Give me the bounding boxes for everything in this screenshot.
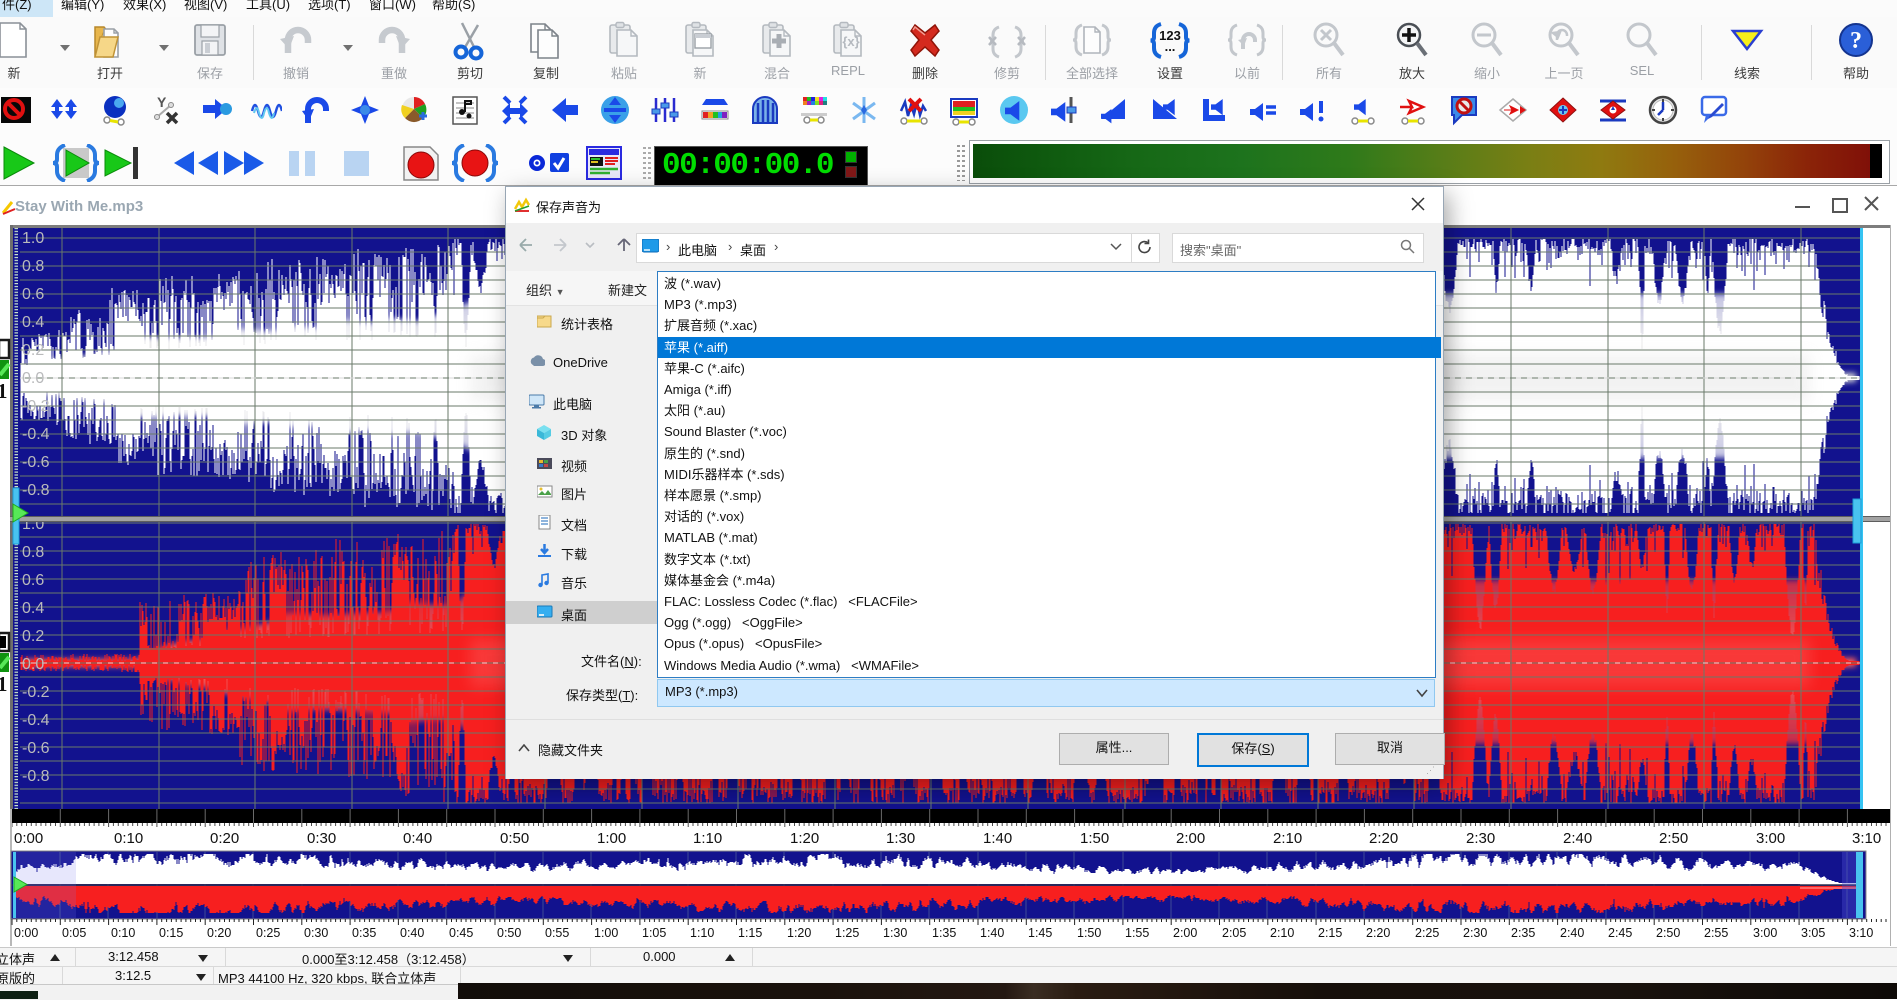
svg-text:0.2: 0.2 (22, 342, 44, 359)
svg-text:1:30: 1:30 (886, 830, 915, 847)
svg-text:0:35: 0:35 (352, 926, 376, 940)
svg-text:2:40: 2:40 (1560, 926, 1584, 940)
svg-text:3:10: 3:10 (1849, 926, 1873, 940)
svg-text:0:30: 0:30 (307, 830, 336, 847)
svg-text:-0.4: -0.4 (22, 712, 50, 729)
svg-text:2:55: 2:55 (1704, 926, 1728, 940)
svg-text:2:00: 2:00 (1176, 830, 1205, 847)
svg-text:1:10: 1:10 (693, 830, 722, 847)
svg-text:1:35: 1:35 (932, 926, 956, 940)
svg-text:0:10: 0:10 (114, 830, 143, 847)
svg-text:?: ? (1850, 28, 1862, 54)
svg-text:1:15: 1:15 (738, 926, 762, 940)
svg-text:0.2: 0.2 (22, 628, 44, 645)
svg-text:3:00: 3:00 (1753, 926, 1777, 940)
svg-text:0.4: 0.4 (22, 314, 44, 331)
svg-text:2:15: 2:15 (1318, 926, 1342, 940)
svg-text:2:20: 2:20 (1366, 926, 1390, 940)
svg-text:0.6: 0.6 (22, 286, 44, 303)
svg-text:0:50: 0:50 (497, 926, 521, 940)
svg-text:0:50: 0:50 (500, 830, 529, 847)
svg-text:2:40: 2:40 (1563, 830, 1592, 847)
svg-text:2:05: 2:05 (1222, 926, 1246, 940)
svg-text:1:50: 1:50 (1080, 830, 1109, 847)
svg-text:-0.8: -0.8 (22, 768, 50, 785)
svg-text:1:00: 1:00 (597, 830, 626, 847)
svg-text:0:20: 0:20 (207, 926, 231, 940)
svg-text:2:50: 2:50 (1656, 926, 1680, 940)
svg-text:-0.6: -0.6 (22, 454, 50, 471)
svg-text:0:00: 0:00 (14, 830, 43, 847)
svg-text:1:25: 1:25 (835, 926, 859, 940)
svg-text:0.8: 0.8 (22, 544, 44, 561)
svg-text:-0.4: -0.4 (22, 426, 50, 443)
svg-text:1:50: 1:50 (1077, 926, 1101, 940)
svg-text:2:45: 2:45 (1608, 926, 1632, 940)
svg-text:0:10: 0:10 (111, 926, 135, 940)
svg-text:0:40: 0:40 (403, 830, 432, 847)
svg-text:-0.8: -0.8 (22, 482, 50, 499)
svg-text:0.4: 0.4 (22, 600, 44, 617)
svg-text:0.6: 0.6 (22, 572, 44, 589)
svg-text:3:00: 3:00 (1756, 830, 1785, 847)
svg-text:0:05: 0:05 (62, 926, 86, 940)
svg-text:3:10: 3:10 (1852, 830, 1881, 847)
svg-text:2:00: 2:00 (1173, 926, 1197, 940)
svg-text:1:10: 1:10 (690, 926, 714, 940)
svg-text:3:05: 3:05 (1801, 926, 1825, 940)
svg-text:1:00: 1:00 (594, 926, 618, 940)
svg-text:1:55: 1:55 (1125, 926, 1149, 940)
svg-text:2:10: 2:10 (1270, 926, 1294, 940)
svg-text:1:40: 1:40 (980, 926, 1004, 940)
svg-text:0.8: 0.8 (22, 258, 44, 275)
svg-text:Y: Y (157, 95, 167, 110)
svg-text:0:55: 0:55 (545, 926, 569, 940)
svg-text:1.0: 1.0 (22, 230, 44, 247)
svg-text:2:25: 2:25 (1415, 926, 1439, 940)
svg-text:2:30: 2:30 (1466, 830, 1495, 847)
svg-text:1:40: 1:40 (983, 830, 1012, 847)
svg-text:1:20: 1:20 (790, 830, 819, 847)
svg-text:2:35: 2:35 (1511, 926, 1535, 940)
svg-text:1: 1 (0, 672, 8, 696)
svg-text:1:20: 1:20 (787, 926, 811, 940)
svg-text:1: 1 (0, 379, 8, 403)
svg-text:-0.2: -0.2 (22, 684, 50, 701)
svg-text:{x}: {x} (842, 34, 859, 49)
svg-text:1:05: 1:05 (642, 926, 666, 940)
svg-text:2:30: 2:30 (1463, 926, 1487, 940)
svg-text:0:25: 0:25 (256, 926, 280, 940)
svg-text:...: ... (1165, 39, 1176, 54)
svg-text:0:00: 0:00 (14, 926, 38, 940)
svg-text:0:20: 0:20 (210, 830, 239, 847)
svg-text:0.0: 0.0 (22, 370, 44, 387)
svg-text:2:10: 2:10 (1273, 830, 1302, 847)
svg-text:0:15: 0:15 (159, 926, 183, 940)
svg-text:0:40: 0:40 (400, 926, 424, 940)
svg-text:2:20: 2:20 (1369, 830, 1398, 847)
svg-text:0:30: 0:30 (304, 926, 328, 940)
svg-text:2:50: 2:50 (1659, 830, 1688, 847)
svg-text:1:30: 1:30 (883, 926, 907, 940)
svg-text:1:45: 1:45 (1028, 926, 1052, 940)
svg-text:-0.2: -0.2 (22, 398, 50, 415)
svg-text:0:45: 0:45 (449, 926, 473, 940)
svg-text:-0.6: -0.6 (22, 740, 50, 757)
svg-text:0.0: 0.0 (22, 656, 44, 673)
